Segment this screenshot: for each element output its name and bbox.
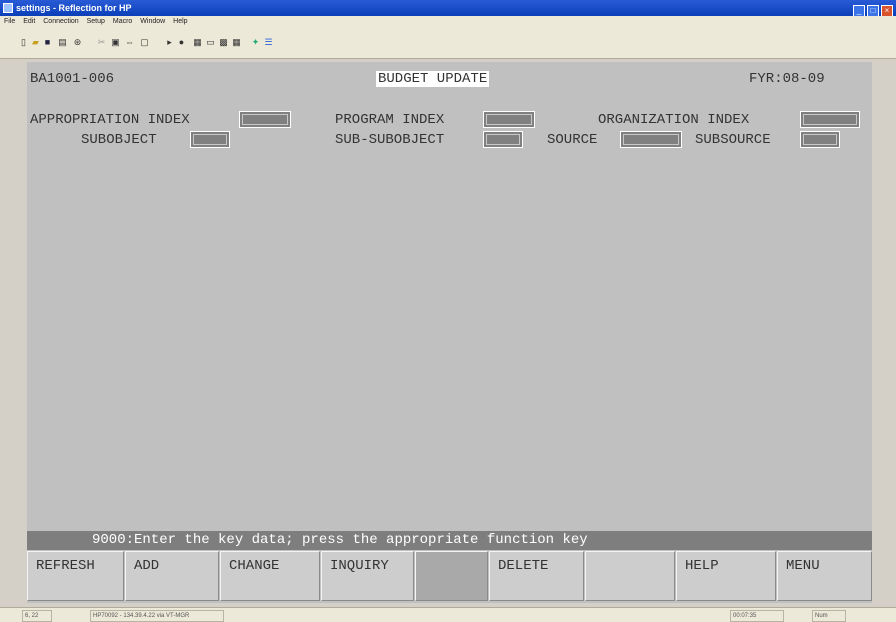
menu-window[interactable]: Window: [140, 18, 165, 25]
app-icon: [3, 3, 13, 13]
sub-subobject-field[interactable]: [483, 131, 523, 148]
keyboard-icon[interactable]: ▦: [231, 38, 242, 47]
menu-bar: File Edit Connection Setup Macro Window …: [0, 16, 896, 28]
connection-status: HP70092 - 134.39.4.22 via VT-MGR: [90, 610, 224, 622]
appropriation-index-label: APPROPRIATION INDEX: [30, 112, 190, 128]
source-label: SOURCE: [547, 132, 598, 148]
inquiry-button[interactable]: INQUIRY: [321, 551, 414, 601]
add-button[interactable]: ADD: [125, 551, 219, 601]
menu-macro[interactable]: Macro: [113, 18, 132, 25]
window-title: settings - Reflection for HP: [16, 3, 132, 13]
cut-icon[interactable]: ✂: [96, 38, 107, 47]
menu-file[interactable]: File: [4, 18, 15, 25]
help-button[interactable]: HELP: [676, 551, 776, 601]
menu-help[interactable]: Help: [173, 18, 187, 25]
palette-icon[interactable]: ☰: [263, 38, 274, 47]
stop-icon[interactable]: ●: [176, 38, 187, 47]
chat-icon[interactable]: ▭: [205, 38, 216, 47]
status-bar: 6, 22 HP70092 - 134.39.4.22 via VT-MGR 0…: [0, 607, 896, 622]
change-button[interactable]: CHANGE: [220, 551, 320, 601]
subsource-field[interactable]: [800, 131, 840, 148]
title-bar: settings - Reflection for HP _ □ ×: [0, 0, 896, 17]
organization-index-label: ORGANIZATION INDEX: [598, 112, 750, 128]
open-icon[interactable]: ▰: [30, 38, 41, 47]
message-text: 9000:Enter the key data; press the appro…: [92, 532, 588, 548]
fiscal-year: FYR:08-09: [749, 71, 825, 87]
blank-function-key-5[interactable]: [415, 551, 488, 601]
save-icon[interactable]: ■: [42, 38, 53, 47]
menu-setup[interactable]: Setup: [87, 18, 105, 25]
screen-title: BUDGET UPDATE: [376, 71, 490, 87]
terminal-screen[interactable]: BA1001-006 BUDGET UPDATE FYR:08-09 APPRO…: [27, 62, 872, 603]
menu-connection[interactable]: Connection: [43, 18, 78, 25]
capture-icon[interactable]: ▩: [218, 38, 229, 47]
delete-button[interactable]: DELETE: [489, 551, 584, 601]
subobject-field[interactable]: [190, 131, 230, 148]
menu-edit[interactable]: Edit: [23, 18, 35, 25]
refresh-button[interactable]: REFRESH: [27, 551, 124, 601]
message-line: 9000:Enter the key data; press the appro…: [27, 531, 872, 550]
sub-subobject-label: SUB-SUBOBJECT: [335, 132, 445, 148]
num-lock-indicator: Num: [812, 610, 846, 622]
program-index-field[interactable]: [483, 111, 535, 128]
organization-index-field[interactable]: [800, 111, 860, 128]
play-icon[interactable]: ▸: [164, 38, 175, 47]
cursor-position: 6, 22: [22, 610, 52, 622]
appropriation-index-field[interactable]: [239, 111, 291, 128]
menu-button[interactable]: MENU: [777, 551, 872, 601]
print-icon[interactable]: ▤: [57, 38, 68, 47]
grid-icon[interactable]: ▦: [192, 38, 203, 47]
disconnect-icon[interactable]: ▢: [139, 38, 150, 47]
copy-icon[interactable]: ▣: [110, 38, 121, 47]
program-index-label: PROGRAM INDEX: [335, 112, 445, 128]
new-icon[interactable]: ▯: [18, 38, 29, 47]
clock: 00:07:35: [730, 610, 784, 622]
find-icon[interactable]: ⊛: [72, 38, 83, 47]
subsource-label: SUBSOURCE: [695, 132, 771, 148]
source-field[interactable]: [620, 131, 682, 148]
tools-icon[interactable]: ✦: [250, 38, 261, 47]
screen-id: BA1001-006: [30, 71, 115, 87]
toolbar: ▯ ▰ ■ ▤ ⊛ ✂ ▣ ⇔ ▢ ▸ ● ▦ ▭ ▩ ▦ ✦ ☰: [0, 28, 896, 59]
subobject-label: SUBOBJECT: [81, 132, 157, 148]
blank-function-key-7[interactable]: [585, 551, 675, 601]
connect-icon[interactable]: ⇔: [124, 38, 135, 47]
